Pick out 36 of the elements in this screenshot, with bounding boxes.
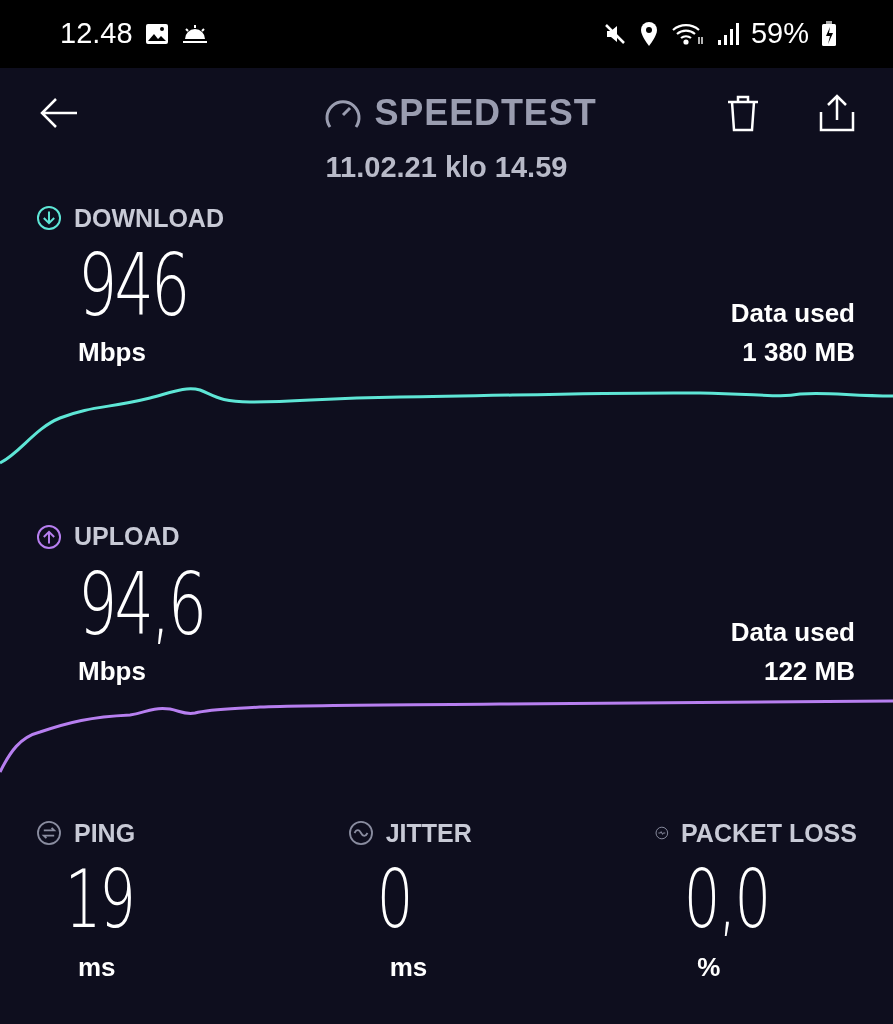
battery-percentage: 59% [750, 16, 809, 52]
clock: 12.48 [60, 16, 133, 52]
metric-value: 19 [63, 852, 135, 948]
share-icon [818, 94, 856, 132]
metric-unit: % [696, 951, 722, 984]
data-used-value: 1 380 MB [742, 336, 855, 369]
battery-icon [821, 21, 837, 47]
speed-unit: Mbps [78, 654, 147, 688]
wifi-icon [670, 21, 705, 47]
metric-label: PACKET LOSS [681, 817, 857, 849]
metric-label: JITTER [385, 817, 472, 849]
data-used-value: 122 MB [763, 654, 855, 688]
metric-value: 0,0 [683, 852, 771, 948]
speed-value: 946 [78, 237, 188, 333]
download-icon [36, 205, 62, 232]
test-label: UPLOAD [74, 521, 180, 552]
signal-icon [716, 22, 739, 46]
speed-unit: Mbps [78, 336, 147, 369]
metric-label: PING [74, 817, 136, 849]
data-used-label: Data used [730, 297, 855, 330]
location-icon [638, 21, 659, 47]
app-title: SPEEDTEST [374, 91, 597, 135]
image-icon [144, 23, 169, 45]
data-used-label: Data used [730, 615, 855, 649]
speed-value: 94,6 [78, 555, 205, 652]
ping-icon [36, 820, 62, 847]
trash-icon [726, 94, 760, 132]
mute-icon [602, 22, 627, 46]
metric-value: 0 [375, 852, 412, 948]
test-label: DOWNLOAD [74, 202, 224, 234]
back-arrow-icon [39, 97, 79, 129]
metric-unit: ms [388, 951, 429, 984]
test-date: 11.02.21 klo 14.59 [325, 150, 568, 185]
upload-icon [36, 523, 62, 550]
metric-unit: ms [77, 951, 117, 984]
wave-icon [347, 820, 374, 847]
